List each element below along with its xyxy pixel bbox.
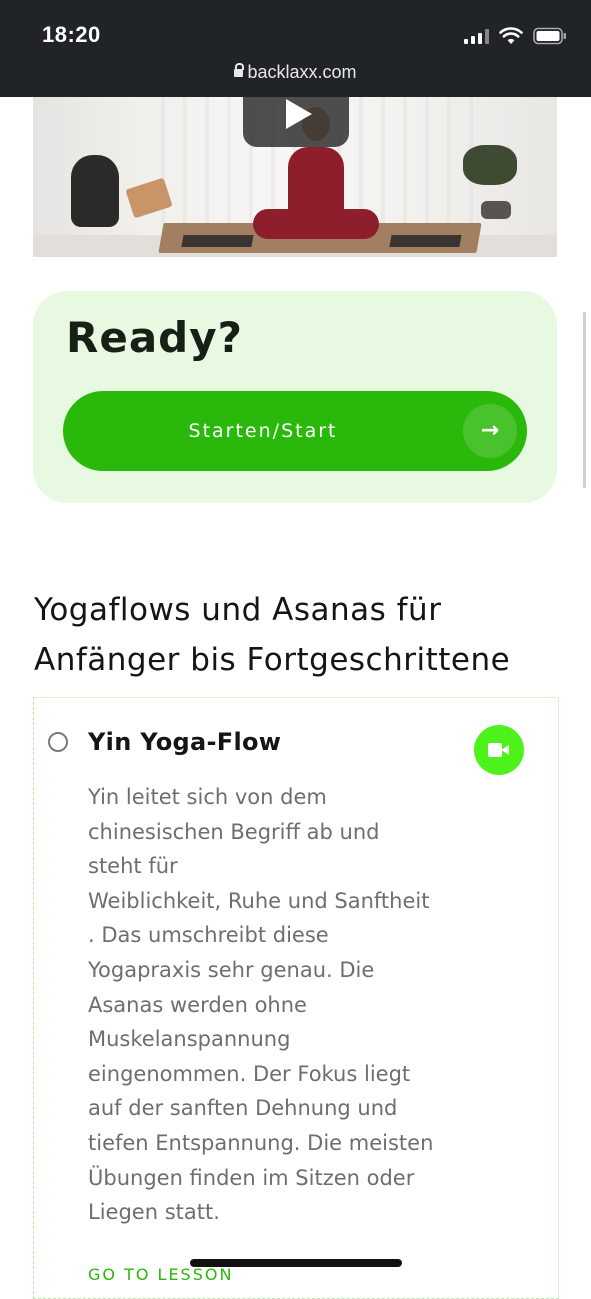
ready-card: Ready? Starten/Start → — [33, 291, 557, 503]
description-line: tiefen Entspannung. Die meisten — [88, 1130, 434, 1155]
home-indicator[interactable] — [190, 1259, 402, 1267]
bonsai-plant — [463, 145, 517, 185]
instructor-body — [288, 147, 344, 217]
signal-icon — [464, 28, 489, 44]
lesson-description: Yin leitet sich von dem chinesischen Beg… — [88, 780, 444, 1230]
scrollbar[interactable] — [583, 312, 586, 488]
url-text: backlaxx.com — [247, 62, 357, 82]
video-camera-icon[interactable] — [474, 725, 524, 775]
lock-icon — [234, 63, 245, 77]
go-to-lesson-link[interactable]: GO TO LESSON — [88, 1265, 233, 1284]
description-line: Muskelanspannung — [88, 1027, 291, 1052]
description-line: Asanas werden ohne — [88, 992, 307, 1017]
description-line: . Das umschreibt diese — [88, 923, 329, 948]
description-line: Liegen statt. — [88, 1200, 220, 1225]
section-title: Yogaflows und Asanas für Anfänger bis Fo… — [34, 592, 511, 678]
address-bar[interactable]: backlaxx.com — [0, 62, 591, 83]
status-icons — [464, 26, 567, 46]
lesson-card[interactable]: Yin Yoga-Flow Yin leitet sich von dem ch… — [33, 697, 559, 1299]
arrow-right-icon: → — [463, 404, 517, 458]
description-line: eingenommen. Der Fokus liegt — [88, 1061, 411, 1086]
start-button[interactable]: Starten/Start → — [63, 391, 527, 471]
description-line: Übungen finden im Sitzen oder — [88, 1165, 415, 1190]
description-line: auf der sanften Dehnung und — [88, 1096, 398, 1121]
description-line: Yin leitet sich von dem — [88, 785, 327, 809]
lesson-radio[interactable] — [48, 732, 68, 752]
start-button-label: Starten/Start — [188, 420, 338, 442]
wifi-icon — [499, 27, 523, 44]
status-bar: 18:20 backlaxx.com — [0, 0, 591, 97]
battery-icon — [533, 27, 566, 45]
description-line: steht für — [88, 854, 178, 879]
plant-pot — [481, 201, 511, 219]
description-line: Weiblichkeit, Ruhe und Sanftheit — [88, 888, 430, 913]
play-icon[interactable] — [243, 97, 349, 147]
lesson-title[interactable]: Yin Yoga-Flow — [88, 728, 281, 756]
description-line: chinesischen Begriff ab und — [88, 819, 380, 844]
buddha-statue — [71, 155, 119, 227]
ready-title: Ready? — [66, 313, 243, 362]
video-player[interactable] — [33, 97, 557, 257]
description-line: Yogapraxis sehr genau. Die — [88, 957, 375, 982]
status-time: 18:20 — [42, 22, 101, 47]
